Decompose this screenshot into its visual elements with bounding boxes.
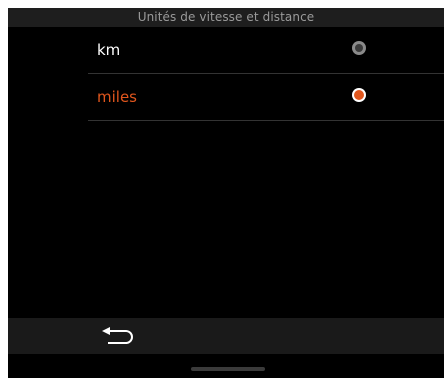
radio-button[interactable] xyxy=(352,41,366,55)
radio-button[interactable] xyxy=(352,88,366,102)
divider xyxy=(88,120,444,121)
back-arrow-icon xyxy=(102,327,133,344)
page-title: Unités de vitesse et distance xyxy=(8,8,444,27)
radio-dot xyxy=(355,44,363,52)
option-label: km xyxy=(97,41,121,59)
option-miles[interactable]: miles xyxy=(8,74,444,121)
back-button[interactable] xyxy=(100,325,136,349)
home-indicator[interactable] xyxy=(191,367,265,371)
bottom-bar xyxy=(8,318,444,354)
screen: Unités de vitesse et distance km miles xyxy=(8,8,444,378)
option-km[interactable]: km xyxy=(8,27,444,74)
radio-dot xyxy=(354,90,364,100)
home-strip xyxy=(8,354,444,378)
option-label: miles xyxy=(97,88,137,106)
